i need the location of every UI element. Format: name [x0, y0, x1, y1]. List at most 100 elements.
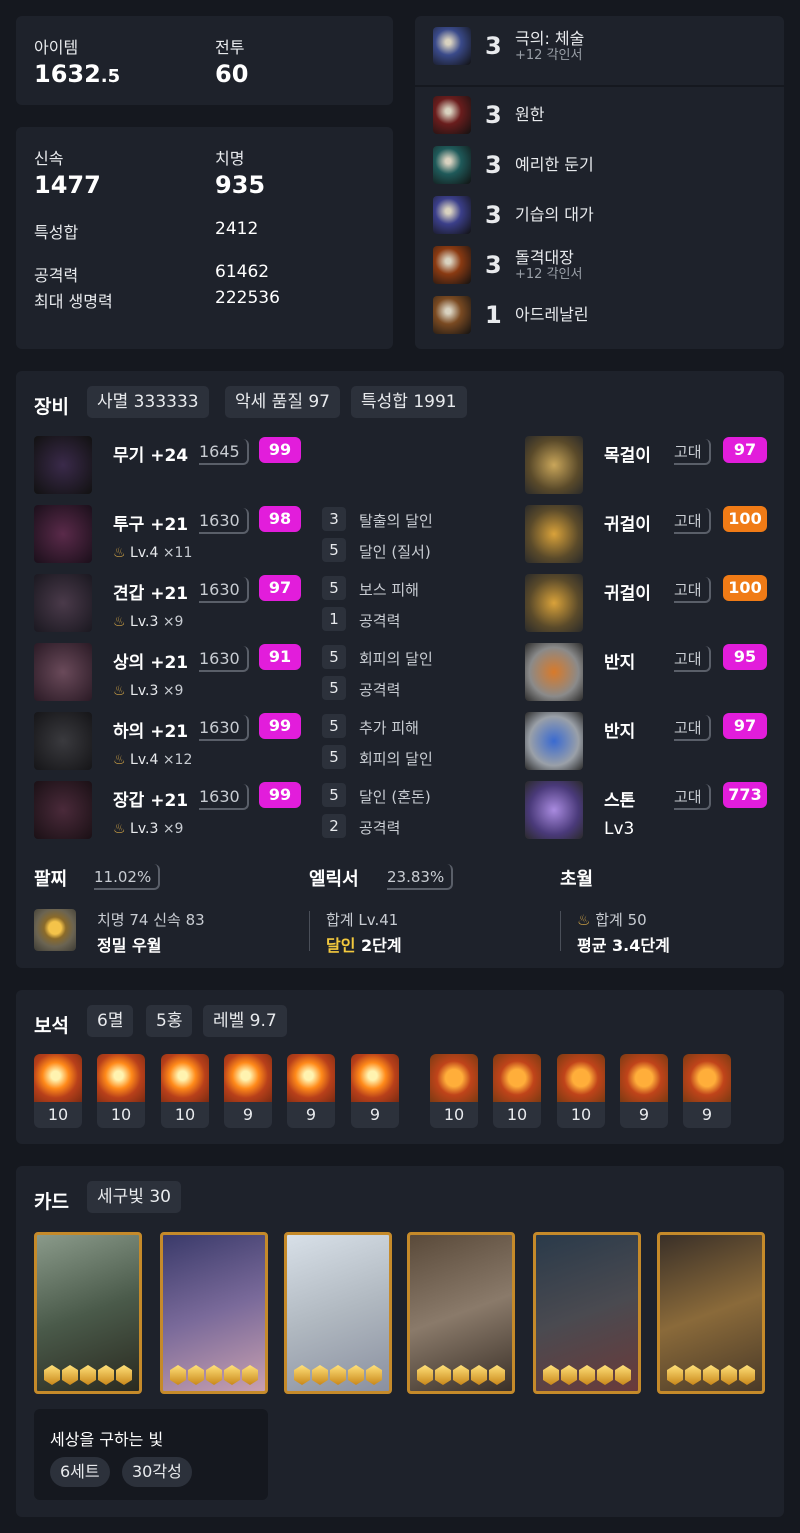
- stone-level: Lv3: [604, 819, 635, 839]
- quality-badge: 95: [723, 644, 767, 670]
- awakening-gem-icon: [597, 1365, 613, 1385]
- earring-icon[interactable]: [525, 574, 583, 632]
- gem-level: 10: [430, 1102, 478, 1128]
- engraving-panel: 3 극의: 체술 +12 각인서 3 원한 3 예리한 둔기 3 기습의 대가 3 돌격대장 +12 …: [415, 16, 784, 349]
- weapon-icon[interactable]: [34, 436, 92, 494]
- card[interactable]: [34, 1232, 142, 1394]
- gem-level: 9: [683, 1102, 731, 1128]
- card[interactable]: [284, 1232, 392, 1394]
- armor-name: 견갑 +21: [113, 584, 189, 604]
- swift-value: 1477: [34, 171, 101, 199]
- crimson-gem[interactable]: 10: [430, 1054, 478, 1128]
- stats-panel: 신속 1477 치명 935 특성합 2412 공격력 61462 최대 생명력…: [16, 127, 393, 349]
- trait-sum-value: 2412: [215, 219, 259, 239]
- card[interactable]: [407, 1232, 515, 1394]
- annihilation-gem-icon: [224, 1054, 272, 1102]
- armor-name: 상의 +21: [113, 653, 189, 673]
- awakening-gem-icon: [471, 1365, 487, 1385]
- cards-title: 카드: [34, 1191, 69, 1213]
- accessory-grade: 고대: [674, 439, 711, 465]
- accessory-grade: 고대: [674, 715, 711, 741]
- annihilation-gem-icon: [34, 1054, 82, 1102]
- gem-level: 9: [620, 1102, 668, 1128]
- elixir-set: 달인 2단계: [326, 932, 402, 956]
- pants-icon[interactable]: [34, 712, 92, 770]
- shoulder-icon[interactable]: [34, 574, 92, 632]
- combat-level-value: 60: [215, 60, 249, 88]
- card-set-chip-count: 6세트: [50, 1457, 110, 1487]
- card-awakening: [536, 1365, 638, 1385]
- crit-label: 치명: [215, 149, 245, 168]
- card-awakening: [410, 1365, 512, 1385]
- gem-level: 10: [493, 1102, 541, 1128]
- engraving-level: 1: [485, 301, 502, 329]
- annihilation-gem[interactable]: 10: [97, 1054, 145, 1128]
- engraving-row[interactable]: 3 극의: 체술 +12 각인서: [433, 26, 584, 66]
- annihilation-gem[interactable]: 9: [224, 1054, 272, 1128]
- necklace-icon[interactable]: [525, 436, 583, 494]
- engraving-name: 극의: 체술: [515, 28, 585, 48]
- armor-item-level: 1630: [199, 577, 249, 603]
- bracelet-effects: 정밀 우월: [97, 936, 162, 955]
- awakening-gem-icon: [703, 1365, 719, 1385]
- gems-title: 보석: [34, 1015, 69, 1037]
- option-level: 5: [322, 645, 346, 669]
- card[interactable]: [160, 1232, 268, 1394]
- option-level: 5: [322, 714, 346, 738]
- helmet-icon[interactable]: [34, 505, 92, 563]
- card-set-chip-awakening: 30각성: [122, 1457, 192, 1487]
- annihilation-gem[interactable]: 9: [351, 1054, 399, 1128]
- awakening-gem-icon: [98, 1365, 114, 1385]
- crimson-gem[interactable]: 9: [683, 1054, 731, 1128]
- awakening-gem-icon: [453, 1365, 469, 1385]
- refine-level: Lv.4: [130, 545, 159, 561]
- awakening-gem-icon: [348, 1365, 364, 1385]
- earring-icon[interactable]: [525, 505, 583, 563]
- crimson-gem[interactable]: 9: [620, 1054, 668, 1128]
- awakening-gem-icon: [80, 1365, 96, 1385]
- engraving-name: 돌격대장: [515, 247, 574, 267]
- engraving-row[interactable]: 3 기습의 대가: [433, 195, 594, 235]
- crimson-gem[interactable]: 10: [493, 1054, 541, 1128]
- engraving-row[interactable]: 3 원한: [433, 95, 544, 135]
- item-level-value: 1632.5: [34, 60, 121, 88]
- engraving-row[interactable]: 3 예리한 둔기: [433, 145, 594, 185]
- engraving-row[interactable]: 1 아드레날린: [433, 295, 589, 335]
- chest-icon[interactable]: [34, 643, 92, 701]
- armor-name: 무기 +24: [113, 446, 189, 466]
- advanced-refine: ♨ Lv.3 ×9: [113, 614, 183, 630]
- ring-icon[interactable]: [525, 712, 583, 770]
- martial-art-icon: [433, 27, 471, 65]
- grudge-icon: [433, 96, 471, 134]
- engraving-row[interactable]: 3 돌격대장 +12 각인서: [433, 245, 582, 285]
- awakening-gem-icon: [543, 1365, 559, 1385]
- annihilation-gem[interactable]: 9: [287, 1054, 335, 1128]
- bracelet-stats: 치명 74 신속 83: [97, 911, 205, 929]
- awakening-gem-icon: [615, 1365, 631, 1385]
- refine-level: Lv.3: [130, 683, 159, 699]
- engraving-book-count: +12 각인서: [515, 47, 583, 63]
- refine-count: ×11: [162, 545, 193, 561]
- flame-icon: ♨: [113, 545, 126, 561]
- card-awakening: [163, 1365, 265, 1385]
- item-level-label: 아이템: [34, 38, 79, 57]
- option-name: 탈출의 달인: [359, 512, 433, 530]
- accessory-name: 스톤: [604, 791, 636, 811]
- card[interactable]: [657, 1232, 765, 1394]
- card[interactable]: [533, 1232, 641, 1394]
- annihilation-gem[interactable]: 10: [161, 1054, 209, 1128]
- armor-name: 투구 +21: [113, 515, 189, 535]
- gloves-icon[interactable]: [34, 781, 92, 839]
- awakening-gem-icon: [170, 1365, 186, 1385]
- stone-icon[interactable]: [525, 781, 583, 839]
- armor-item-level: 1630: [199, 715, 249, 741]
- ring-icon[interactable]: [525, 643, 583, 701]
- combat-level-label: 전투: [215, 38, 245, 57]
- crimson-gem-icon: [620, 1054, 668, 1102]
- equipment-title: 장비: [34, 396, 69, 418]
- advanced-refine: ♨ Lv.3 ×9: [113, 683, 183, 699]
- annihilation-gem[interactable]: 10: [34, 1054, 82, 1128]
- crimson-gem[interactable]: 10: [557, 1054, 605, 1128]
- accessory-name: 반지: [604, 653, 636, 673]
- equipment-chip-acc-quality: 악세 품질 97: [225, 386, 340, 418]
